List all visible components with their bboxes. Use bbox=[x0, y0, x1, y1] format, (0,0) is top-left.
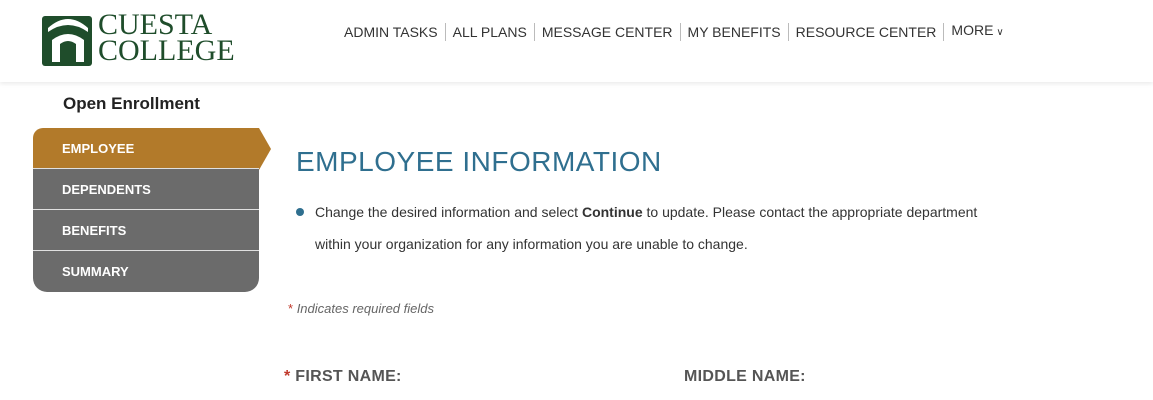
logo-wordmark: CUESTA COLLEGE bbox=[98, 10, 235, 67]
nav-admin-tasks[interactable]: ADMIN TASKS bbox=[338, 22, 446, 41]
nav-message-center[interactable]: MESSAGE CENTER bbox=[535, 22, 681, 41]
required-star-icon: * bbox=[288, 301, 294, 316]
required-star-icon: * bbox=[284, 368, 291, 385]
first-name-label-text: FIRST NAME: bbox=[295, 368, 402, 385]
step-label: EMPLOYEE bbox=[62, 141, 135, 156]
chevron-down-icon: ∨ bbox=[996, 27, 1004, 38]
step-employee[interactable]: EMPLOYEE bbox=[33, 128, 271, 170]
logo-line-2: COLLEGE bbox=[98, 34, 235, 67]
step-label: SUMMARY bbox=[62, 264, 129, 279]
step-label: BENEFITS bbox=[62, 223, 127, 238]
first-name-label: * FIRST NAME: bbox=[284, 368, 402, 386]
nav-my-benefits[interactable]: MY BENEFITS bbox=[681, 22, 789, 41]
middle-name-label: MIDDLE NAME: bbox=[684, 368, 806, 386]
sidebar-title: Open Enrollment bbox=[63, 94, 200, 113]
page-title: EMPLOYEE INFORMATION bbox=[296, 146, 662, 177]
required-fields-note: * Indicates required fields bbox=[288, 301, 434, 316]
instruction-continue: Continue bbox=[581, 204, 643, 220]
enrollment-steps: EMPLOYEE DEPENDENTS BENEFITS SUMMARY bbox=[33, 128, 271, 292]
bullet-dot-icon bbox=[296, 208, 304, 216]
step-label: DEPENDENTS bbox=[62, 182, 151, 197]
step-summary[interactable]: SUMMARY bbox=[33, 251, 259, 292]
instruction-part-1: Change the desired information and selec… bbox=[315, 204, 582, 220]
nav-resource-center[interactable]: RESOURCE CENTER bbox=[789, 22, 945, 41]
required-note-text: Indicates required fields bbox=[296, 301, 434, 316]
nav-more-label: MORE bbox=[951, 22, 994, 38]
nav-all-plans[interactable]: ALL PLANS bbox=[446, 22, 535, 41]
cuesta-college-logo[interactable]: CUESTA COLLEGE bbox=[40, 8, 235, 72]
nav-more[interactable]: MORE ∨ bbox=[944, 21, 1010, 42]
step-dependents[interactable]: DEPENDENTS bbox=[33, 169, 259, 210]
top-navigation: ADMIN TASKS ALL PLANS MESSAGE CENTER MY … bbox=[338, 21, 1011, 42]
logo-emblem-icon bbox=[42, 16, 92, 66]
site-header: CUESTA COLLEGE ADMIN TASKS ALL PLANS MES… bbox=[0, 0, 1153, 82]
middle-name-label-text: MIDDLE NAME: bbox=[684, 368, 806, 385]
instruction-text: Change the desired information and selec… bbox=[296, 196, 1016, 260]
step-benefits[interactable]: BENEFITS bbox=[33, 210, 259, 251]
